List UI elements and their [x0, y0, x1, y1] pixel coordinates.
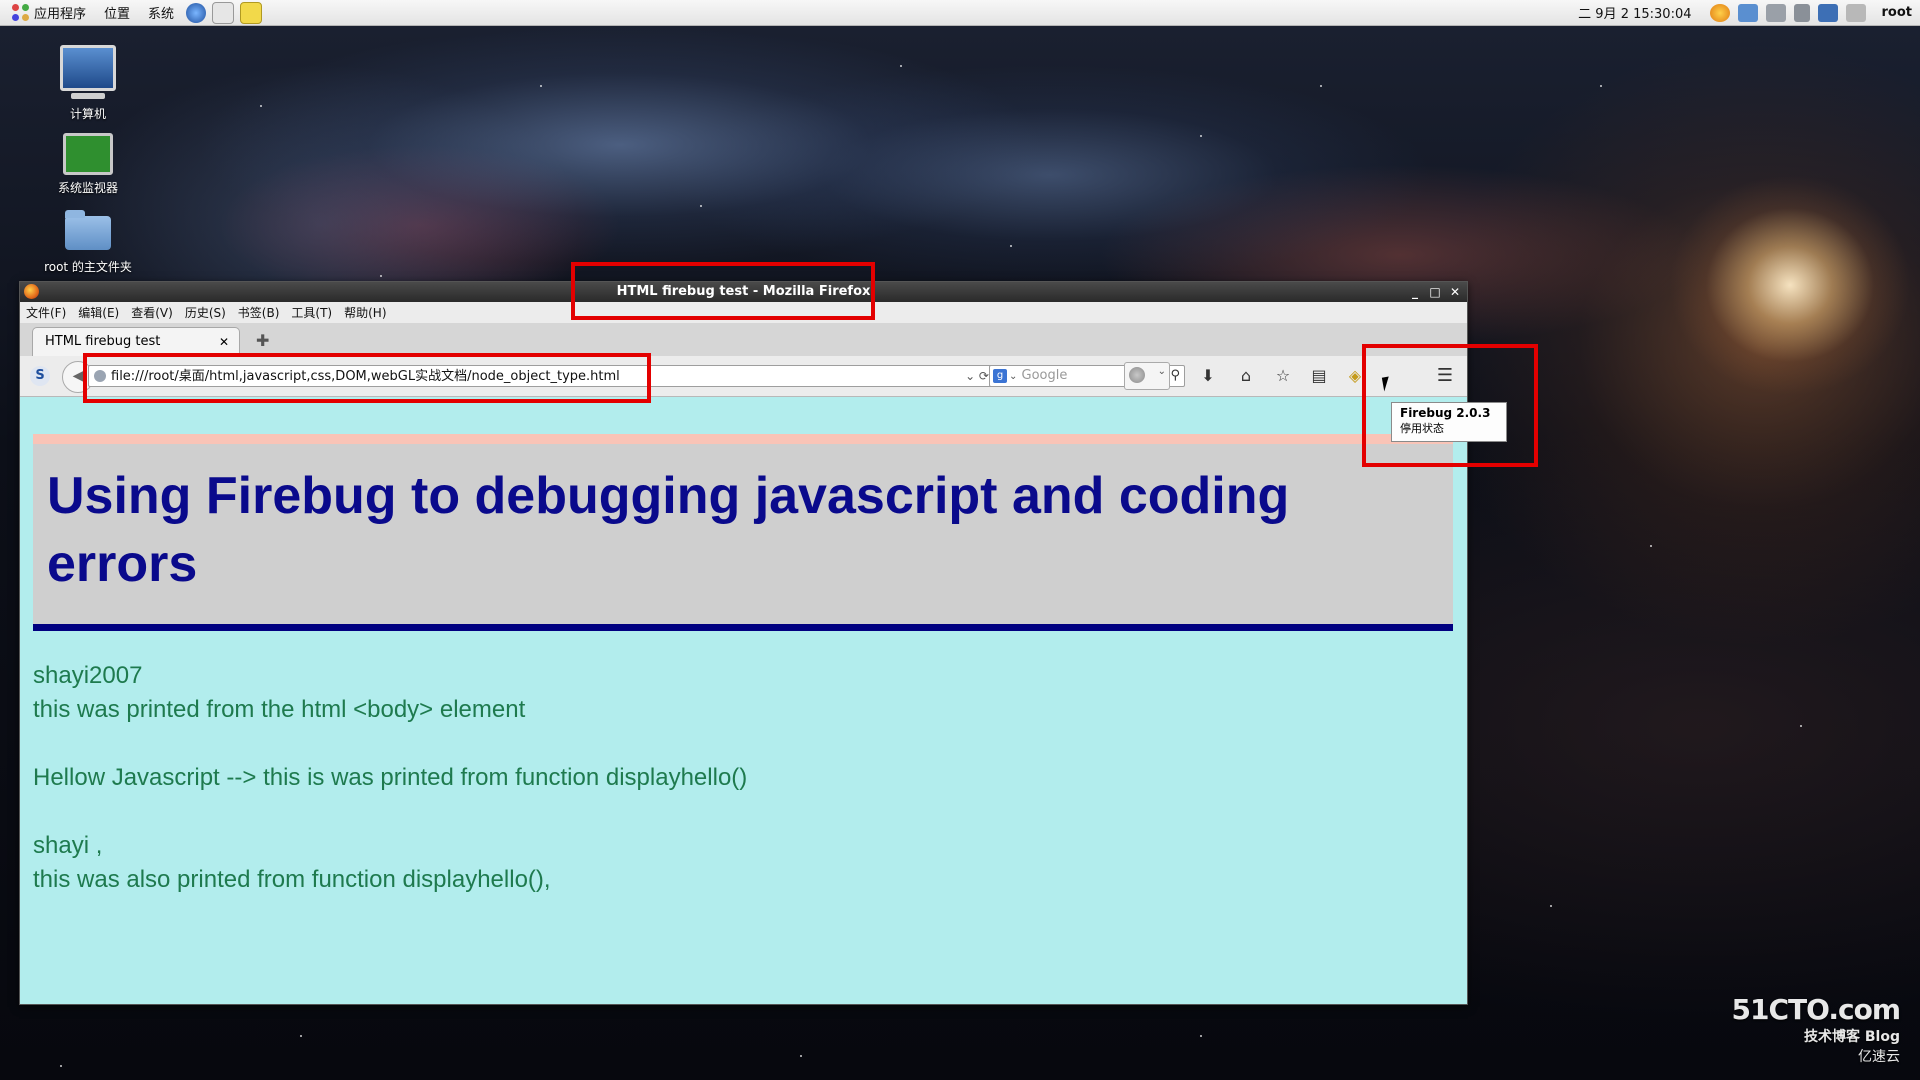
- applications-menu[interactable]: 应用程序: [6, 3, 92, 22]
- page-heading-box: Using Firebug to debugging javascript an…: [33, 444, 1453, 631]
- url-dropdown-reload-icon[interactable]: ⌄ ⟳: [965, 366, 989, 386]
- tab-close-icon[interactable]: ✕: [219, 328, 229, 356]
- desktop-icon-home-folder[interactable]: root 的主文件夹: [33, 210, 143, 275]
- top-panel: 应用程序 位置 系统 二 9月 2 15:30:04 root: [0, 0, 1920, 26]
- annotation-box-title: [571, 262, 875, 320]
- printer-status-icon[interactable]: [1765, 3, 1786, 22]
- content-line: shayi ,: [33, 832, 103, 859]
- heading-top-bar: [33, 434, 1453, 444]
- desktop-icon-label: 系统监视器: [57, 181, 118, 195]
- bookmark-star-icon[interactable]: ☆: [1272, 365, 1294, 387]
- menu-history[interactable]: 历史(S): [179, 304, 232, 321]
- page-heading: Using Firebug to debugging javascript an…: [47, 467, 1290, 593]
- home-icon[interactable]: ⌂: [1235, 365, 1257, 387]
- applications-menu-label: 应用程序: [34, 7, 87, 22]
- menu-edit[interactable]: 编辑(E): [72, 304, 125, 321]
- user-menu[interactable]: root: [1882, 5, 1913, 20]
- menu-help[interactable]: 帮助(H): [338, 304, 392, 321]
- firefox-icon: [24, 284, 39, 299]
- tab-title: HTML firebug test: [45, 334, 161, 349]
- close-button[interactable]: ✕: [1449, 282, 1461, 302]
- tab-bar: HTML firebug test ✕ ✚: [20, 323, 1467, 357]
- menu-file[interactable]: 文件(F): [20, 304, 72, 321]
- update-icon[interactable]: [1709, 3, 1730, 22]
- watermark: 51CTO.com 技术博客 Blog 亿速云: [1731, 993, 1901, 1066]
- desktop-icon-label: 计算机: [69, 107, 106, 121]
- new-tab-icon[interactable]: ✚: [256, 331, 269, 350]
- downloads-icon[interactable]: ⬇: [1197, 365, 1219, 387]
- maximize-button[interactable]: □: [1429, 282, 1441, 302]
- system-monitor-icon: [63, 133, 113, 175]
- minimize-button[interactable]: _: [1409, 282, 1421, 302]
- notes-launcher-icon[interactable]: [240, 1, 263, 24]
- system-menu[interactable]: 系统: [142, 3, 180, 22]
- printer-icon[interactable]: [1845, 3, 1866, 22]
- bookmarks-list-icon[interactable]: ▤: [1308, 365, 1330, 387]
- watermark-site: 51CTO.com: [1731, 993, 1901, 1026]
- watermark-sub: 技术博客 Blog: [1804, 1029, 1900, 1045]
- annotation-box-firebug: [1362, 344, 1538, 467]
- desktop-icon-computer[interactable]: 计算机: [33, 45, 143, 122]
- firebug-icon: [1129, 367, 1145, 383]
- display-icon[interactable]: [1817, 3, 1838, 22]
- content-line: this was printed from the html <body> el…: [33, 696, 526, 723]
- page-content: shayi2007 this was printed from the html…: [33, 659, 747, 897]
- search-binoculars-icon[interactable]: ⚲: [1170, 366, 1180, 386]
- network-icon[interactable]: [1737, 3, 1758, 22]
- s-extension-icon[interactable]: S: [30, 366, 50, 386]
- menu-bookmarks[interactable]: 书签(B): [232, 304, 286, 321]
- computer-icon: [60, 45, 116, 99]
- page-viewport: Using Firebug to debugging javascript an…: [20, 397, 1467, 1004]
- menu-view[interactable]: 查看(V): [125, 304, 179, 321]
- content-line: shayi2007: [33, 662, 143, 689]
- content-line: this was also printed from function disp…: [33, 866, 551, 893]
- content-line: Hellow Javascript --> this is was printe…: [33, 764, 748, 791]
- annotation-box-url: [83, 353, 651, 403]
- places-menu[interactable]: 位置: [98, 3, 136, 22]
- menu-tools[interactable]: 工具(T): [285, 304, 338, 321]
- google-engine-icon[interactable]: g: [993, 369, 1007, 383]
- firebug-dropdown-icon[interactable]: ⌄: [1158, 366, 1166, 377]
- watermark-brand: 亿速云: [1858, 1049, 1900, 1065]
- desktop-icon-label: root 的主文件夹: [44, 260, 132, 274]
- browser-launcher-icon[interactable]: [186, 2, 207, 23]
- tab-html-firebug-test[interactable]: HTML firebug test ✕: [32, 327, 240, 356]
- applications-logo-icon: [12, 3, 30, 22]
- mail-launcher-icon[interactable]: [212, 1, 235, 24]
- home-folder-icon: [65, 210, 111, 250]
- volume-icon[interactable]: [1793, 3, 1810, 22]
- firebug-button[interactable]: ⌄: [1124, 362, 1170, 390]
- clock[interactable]: 二 9月 2 15:30:04: [1578, 3, 1691, 22]
- desktop-icon-system-monitor[interactable]: 系统监视器: [33, 133, 143, 196]
- search-placeholder: Google: [1021, 368, 1068, 383]
